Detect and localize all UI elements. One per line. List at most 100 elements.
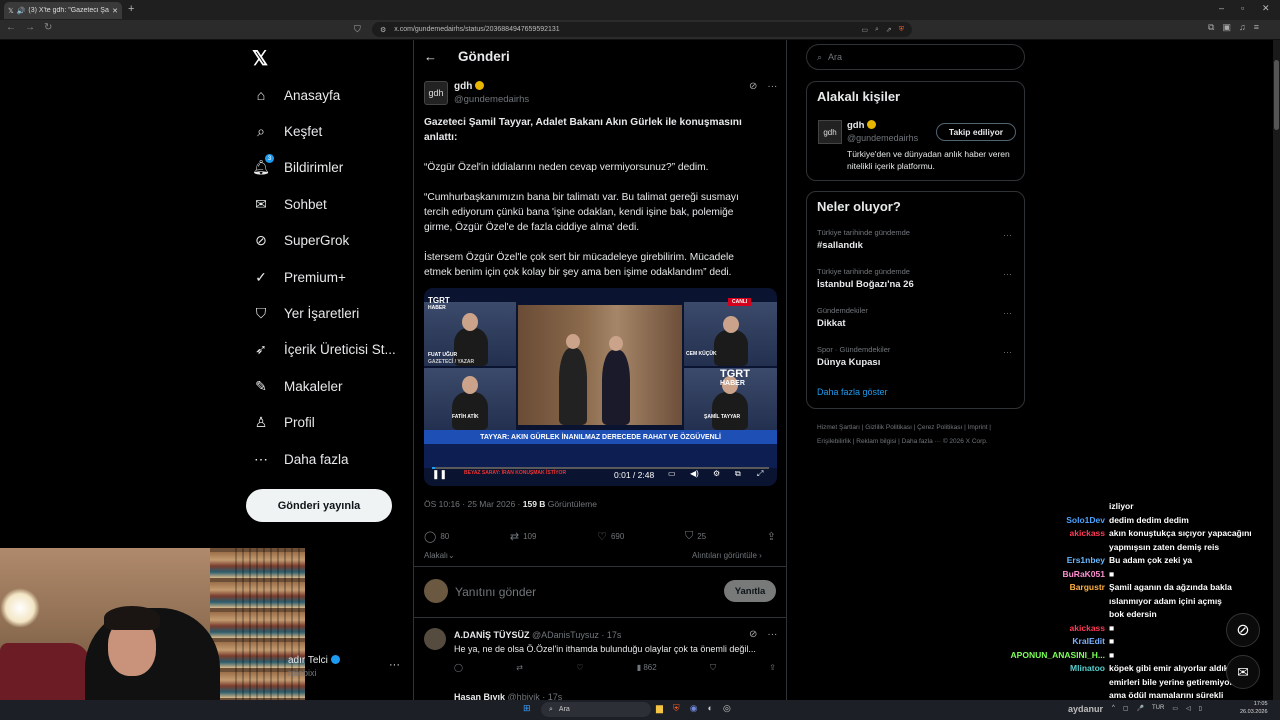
reply-author-row[interactable]: A.DANİŞ TÜYSÜZ @ADanisTuysuz · 17s — [454, 630, 621, 640]
network-icon[interactable]: ▭ — [1172, 705, 1178, 712]
sort-dropdown[interactable]: Alakalı⌄ — [424, 551, 455, 560]
more-icon[interactable]: ··· — [1003, 269, 1012, 279]
share-icon[interactable]: ⇪ — [769, 663, 776, 673]
keyboard-language[interactable]: TUR — [1152, 705, 1164, 712]
more-icon[interactable]: ··· — [389, 659, 400, 671]
sidebar-item[interactable]: ✉ Sohbet — [252, 192, 327, 216]
sidebar-item[interactable]: ➶ İçerik Üreticisi St... — [252, 338, 396, 362]
browser-tab[interactable]: 𝕏 🔊 (3) X'te gdh: "Gazeteci Şamil ... ✕ — [4, 2, 122, 19]
folder-icon[interactable]: ▆ — [656, 703, 663, 714]
more-icon[interactable]: ··· — [767, 81, 777, 92]
author-name-row[interactable]: gdh — [454, 81, 485, 92]
post-button[interactable]: Gönderi yayınla — [246, 489, 392, 522]
repost-icon[interactable]: ⇄ — [516, 663, 523, 673]
media-icon[interactable]: ♫ — [1239, 22, 1246, 33]
grok-icon[interactable]: ⊘ — [749, 81, 757, 92]
author-handle[interactable]: @gundemedairhs — [454, 94, 529, 105]
settings-icon[interactable]: ⚙ — [713, 469, 720, 478]
bookmark-page-icon[interactable]: ⛉ — [354, 24, 361, 35]
clock[interactable]: 17:05 26.03.2026 — [1240, 700, 1268, 716]
sidebar-item[interactable]: ⌂ Anasayfa — [252, 83, 341, 107]
grok-icon[interactable]: ⊘ — [749, 629, 757, 640]
sidebar-item[interactable]: ✓ Premium+ — [252, 265, 346, 289]
speaker-icon[interactable]: ◁ — [1186, 705, 1191, 712]
reply-icon[interactable]: ◯ — [454, 663, 463, 673]
sidebar-item[interactable]: ⊘ SuperGrok — [252, 229, 349, 253]
wallet-icon[interactable]: ▣ — [1222, 22, 1231, 33]
brave-shield-icon[interactable]: ⛨ — [899, 26, 904, 34]
trend-name[interactable]: Dikkat — [817, 318, 846, 329]
x-logo-icon[interactable]: 𝕏 — [252, 46, 268, 71]
heart-icon[interactable]: ♡ — [576, 663, 583, 673]
close-window-button[interactable]: ✕ — [1262, 3, 1270, 14]
sidebar-item[interactable]: ⋯ Daha fazla — [252, 447, 349, 471]
user-avatar[interactable] — [424, 579, 448, 603]
sidebar-item[interactable]: 🔔︎ 3 Bildirimler — [252, 154, 343, 180]
obs-icon[interactable]: ◎ — [723, 703, 731, 714]
back-arrow-icon[interactable]: ← — [424, 49, 437, 64]
account-switcher[interactable]: adır Telci rplebixi — [288, 655, 340, 678]
author-avatar[interactable]: gdh — [424, 81, 448, 105]
captions-icon[interactable]: ▭ — [668, 469, 676, 478]
like-action[interactable]: ♡ 690 — [597, 530, 624, 543]
repost-action[interactable]: ⇄ 109 — [510, 530, 537, 543]
extension-icon[interactable]: ⧉ — [1208, 22, 1214, 33]
minimize-button[interactable]: – — [1219, 3, 1224, 13]
more-icon[interactable]: ··· — [1003, 347, 1012, 357]
menu-icon[interactable]: ≡ — [1254, 22, 1259, 33]
url-bar[interactable]: ⚙ x.com/gundemedairhs/status/20368849476… — [372, 22, 912, 37]
footer-links[interactable]: Hizmet Şartları | Gizlilik Politikası | … — [817, 421, 1017, 449]
reply-action[interactable]: ◯ 80 — [424, 530, 449, 543]
reload-icon[interactable]: ↻ — [44, 22, 52, 33]
start-button[interactable]: ⊞ — [523, 703, 531, 714]
rel-name-row[interactable]: gdh — [847, 120, 877, 131]
maximize-button[interactable]: ▫ — [1241, 3, 1244, 13]
new-tab-button[interactable]: + — [128, 3, 134, 15]
discord-icon[interactable]: ◉ — [690, 703, 698, 714]
trend-name[interactable]: Dünya Kupası — [817, 357, 880, 368]
back-icon[interactable]: ← — [6, 22, 16, 33]
sidebar-item[interactable]: ⌕ Keşfet — [252, 119, 322, 143]
trend-name[interactable]: #sallandık — [817, 240, 863, 251]
more-icon[interactable]: ··· — [1003, 230, 1012, 240]
more-icon[interactable]: ··· — [1003, 308, 1012, 318]
steam-icon[interactable]: ◐ — [708, 703, 713, 714]
site-info-icon[interactable]: ⚙ — [380, 26, 386, 34]
rel-avatar[interactable]: gdh — [818, 120, 842, 144]
bookmark-icon[interactable]: ⛉ — [710, 663, 716, 673]
reply-avatar[interactable] — [424, 628, 446, 650]
close-tab-icon[interactable]: ✕ — [112, 7, 118, 15]
scrollbar[interactable] — [1273, 40, 1280, 700]
show-more-link[interactable]: Daha fazla göster — [817, 387, 888, 397]
sidebar-item[interactable]: ⛉ Yer İşaretleri — [252, 301, 360, 325]
scrollbar-thumb[interactable] — [1274, 60, 1279, 130]
bookmark-action[interactable]: ⛉ 25 — [685, 530, 706, 543]
view-quotes-link[interactable]: Alıntıları görüntüle › — [692, 551, 762, 560]
search-input[interactable]: ⌕ Ara — [806, 44, 1025, 70]
share-icon[interactable]: ⇗ — [886, 26, 892, 34]
reply-input[interactable]: Yanıtını gönder — [455, 585, 536, 599]
reader-icon[interactable]: ▭ — [861, 26, 868, 34]
message-icon[interactable]: ✉ — [1226, 655, 1260, 689]
share-action[interactable]: ⇪ — [767, 530, 776, 543]
battery-icon[interactable]: ▯ — [1199, 705, 1202, 712]
reply-button[interactable]: Yanıtla — [724, 580, 776, 602]
more-icon[interactable]: ··· — [767, 629, 777, 640]
volume-icon[interactable]: ◀) — [690, 469, 699, 478]
views-action[interactable]: ▮ 862 — [637, 663, 657, 673]
fullscreen-icon[interactable]: ⤢ — [757, 469, 763, 479]
tray-chevron-icon[interactable]: ^ — [1112, 705, 1115, 712]
pause-icon[interactable]: ❚❚ — [432, 469, 447, 480]
grok-icon[interactable]: ⊘ — [1226, 613, 1260, 647]
brave-icon[interactable]: ⛨ — [673, 703, 680, 714]
pip-icon[interactable]: ⧉ — [735, 469, 741, 479]
trend-name[interactable]: İstanbul Boğazı'na 26 — [817, 279, 914, 290]
taskbar-search[interactable]: ⌕ Ara — [541, 702, 651, 717]
following-button[interactable]: Takip ediliyor — [936, 123, 1016, 141]
microphone-icon[interactable]: 🎤 — [1137, 705, 1144, 712]
sidebar-item[interactable]: ♙ Profil — [252, 411, 315, 435]
sidebar-item[interactable]: ✎ Makaleler — [252, 374, 342, 398]
video-player[interactable]: FUAT UĞUR GAZETECİ / YAZAR FATİH ATİK CE… — [424, 288, 777, 486]
forward-icon[interactable]: → — [25, 22, 35, 33]
zoom-icon[interactable]: ⌕ — [875, 26, 879, 34]
